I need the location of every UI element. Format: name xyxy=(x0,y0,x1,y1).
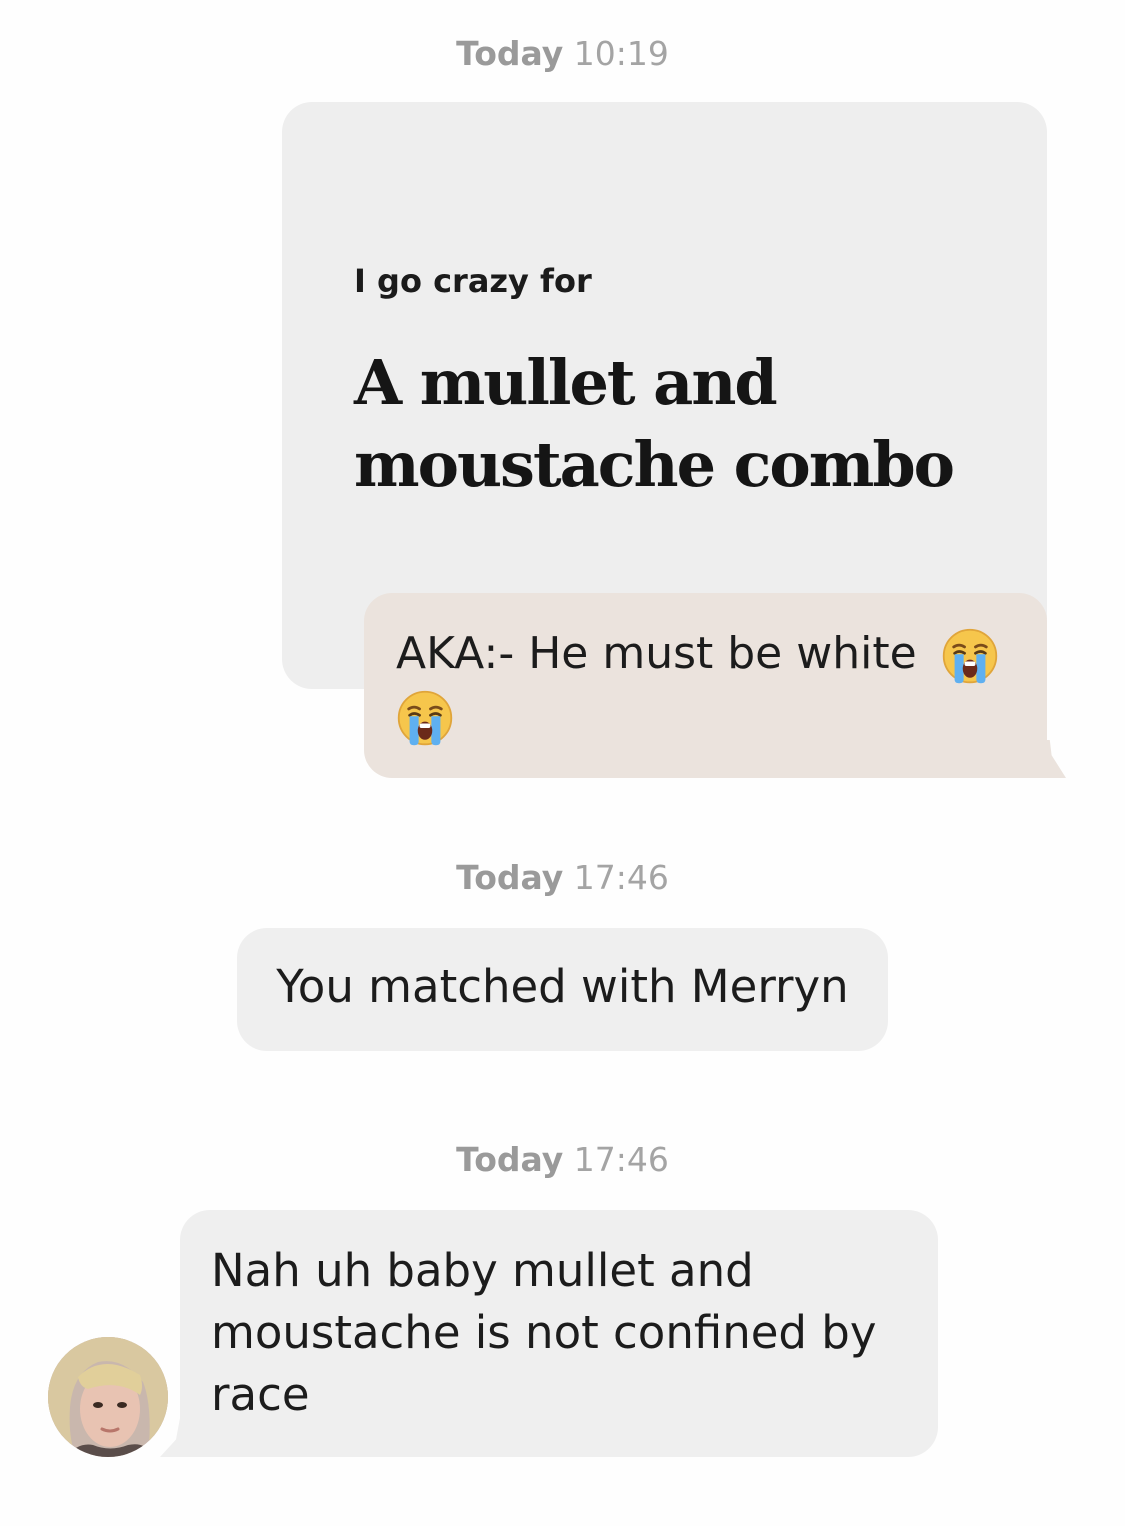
timestamp-day: Today xyxy=(456,1140,564,1179)
prompt-answer: A mullet and moustache combo xyxy=(354,346,955,501)
timestamp-day: Today xyxy=(456,34,564,73)
loudly-crying-face-icon xyxy=(942,628,997,684)
timestamp-time: 17:46 xyxy=(573,858,669,897)
match-notice-text: You matched with Merryn xyxy=(276,960,849,1013)
received-bubble[interactable]: Nah uh baby mullet and moustache is not … xyxy=(180,1210,938,1457)
timestamp: Today 17:46 xyxy=(0,1140,1125,1179)
timestamp: Today 10:19 xyxy=(0,34,1125,73)
received-message: Nah uh baby mullet and moustache is not … xyxy=(211,1244,877,1421)
timestamp-time: 10:19 xyxy=(573,34,669,73)
reply-text: AKA:- He must be white xyxy=(396,628,917,679)
timestamp: Today 17:46 xyxy=(0,858,1125,897)
match-notice-bubble: You matched with Merryn xyxy=(237,928,888,1051)
timestamp-time: 17:46 xyxy=(573,1140,669,1179)
chat-screen: Today 10:19 I go crazy for A mullet and … xyxy=(0,0,1125,1526)
reply-message: AKA:- He must be white xyxy=(396,623,1026,747)
prompt-question: I go crazy for xyxy=(354,262,592,300)
loudly-crying-face-icon xyxy=(397,690,453,746)
match-avatar[interactable] xyxy=(48,1337,168,1457)
avatar-photo xyxy=(48,1337,168,1457)
timestamp-day: Today xyxy=(456,858,564,897)
reply-bubble[interactable]: AKA:- He must be white xyxy=(364,593,1047,778)
